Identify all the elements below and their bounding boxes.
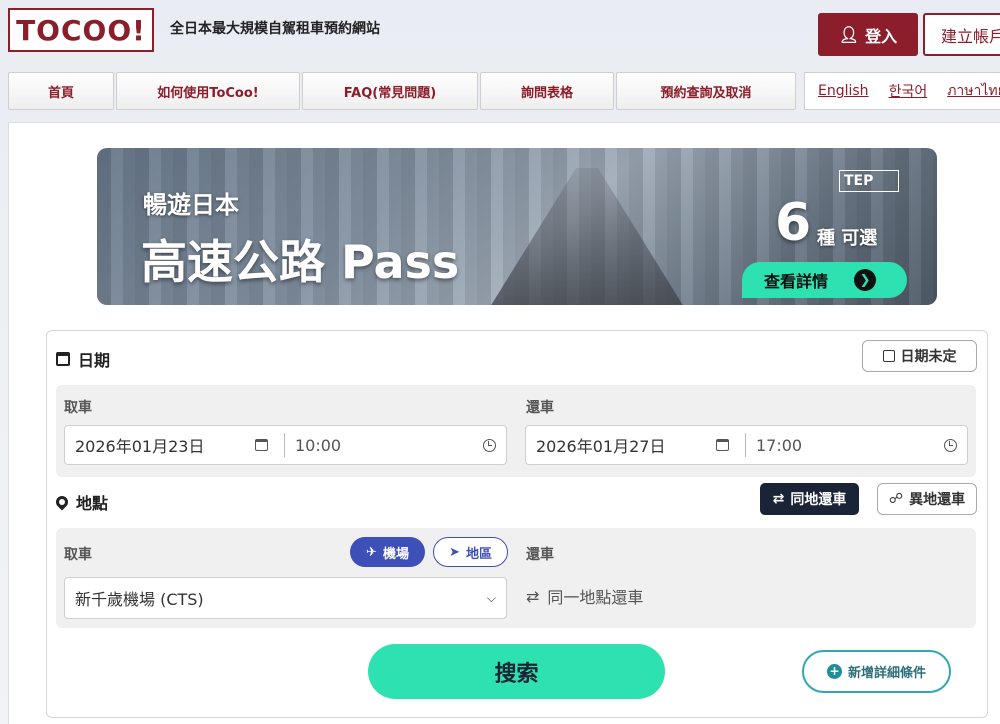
location-section-title: 地點 bbox=[53, 490, 109, 514]
more-conditions-label: 新增詳細條件 bbox=[847, 666, 926, 681]
highway-pass-banner[interactable]: 暢遊日本 高速公路 Pass TEP 6 種 可選 查看詳情 ❯ bbox=[97, 148, 937, 305]
different-return-button[interactable]: ☍ 異地還車 bbox=[877, 483, 977, 515]
pickup-date-label: 取車 bbox=[64, 400, 92, 416]
map-pin-icon bbox=[53, 493, 71, 511]
banner-cta-label: 查看詳情 bbox=[764, 272, 829, 291]
swap-icon: ⇄ bbox=[772, 491, 785, 507]
pickup-date-input[interactable]: 2026年01月23日 bbox=[65, 433, 255, 457]
clock-icon[interactable] bbox=[483, 438, 496, 452]
lang-english-link[interactable]: English bbox=[818, 83, 869, 99]
different-return-label: 異地還車 bbox=[909, 492, 966, 508]
date-title-label: 日期 bbox=[78, 351, 111, 370]
main-nav: 首頁 如何使用ToCoo! FAQ(常見問題) 詢問表格 預約查詢及取消 bbox=[8, 72, 798, 110]
tocoo-logo[interactable]: TOCOO! bbox=[8, 8, 154, 52]
nav-item-faq[interactable]: FAQ(常見問題) bbox=[302, 72, 478, 110]
arrow-right-icon: ❯ bbox=[854, 269, 877, 291]
navigation-arrow-icon: ➤ bbox=[449, 544, 460, 560]
return-time-input[interactable]: 17:00 bbox=[746, 436, 944, 455]
search-button[interactable]: 搜索 bbox=[368, 644, 665, 699]
clock-icon[interactable] bbox=[944, 438, 957, 452]
register-button[interactable]: 建立帳戶 bbox=[923, 13, 1000, 56]
date-section-title: 日期 bbox=[56, 347, 110, 371]
airport-label: 機場 bbox=[382, 546, 409, 562]
banner-title: 高速公路 Pass bbox=[141, 235, 460, 289]
lang-korean-link[interactable]: 한국어 bbox=[889, 81, 928, 101]
same-return-label: 同地還車 bbox=[790, 492, 847, 508]
login-label: 登入 bbox=[865, 26, 898, 46]
nav-item-how-to-use[interactable]: 如何使用ToCoo! bbox=[116, 72, 300, 110]
calendar-icon[interactable] bbox=[255, 439, 268, 451]
chevron-down-icon: ⌵ bbox=[486, 590, 496, 605]
route-icon: ☍ bbox=[888, 491, 904, 507]
area-label: 地區 bbox=[465, 546, 492, 562]
banner-types-text: 種 可選 bbox=[817, 228, 878, 249]
pickup-location-select[interactable]: 新千歲機場 (CTS) ⌵ bbox=[64, 577, 507, 619]
banner-number: 6 bbox=[775, 193, 812, 253]
nav-item-home[interactable]: 首頁 bbox=[8, 72, 114, 110]
return-date-input[interactable]: 2026年01月27日 bbox=[526, 433, 716, 457]
return-datetime-field: 2026年01月27日 17:00 bbox=[525, 425, 968, 465]
pickup-time-input[interactable]: 10:00 bbox=[285, 436, 483, 455]
lang-thai-link[interactable]: ภาษาไทย bbox=[947, 80, 1000, 102]
location-title-label: 地點 bbox=[76, 494, 109, 513]
pickup-location-value: 新千歲機場 (CTS) bbox=[75, 590, 204, 609]
language-bar: English 한국어 ภาษาไทย bbox=[804, 72, 1000, 110]
checkbox-icon bbox=[882, 350, 895, 362]
more-conditions-button[interactable]: + 新增詳細條件 bbox=[802, 650, 951, 693]
plus-circle-icon: + bbox=[826, 664, 842, 679]
airport-tab[interactable]: ✈ 機場 bbox=[350, 537, 425, 567]
return-location-label: 還車 bbox=[526, 547, 554, 563]
airplane-icon: ✈ bbox=[366, 544, 377, 560]
nav-item-reservation-check[interactable]: 預約查詢及取消 bbox=[616, 72, 796, 110]
return-same-text: 同一地點還車 bbox=[547, 588, 644, 607]
date-undecided-label: 日期未定 bbox=[900, 349, 957, 365]
return-date-label: 還車 bbox=[526, 400, 554, 416]
site-tagline: 全日本最大規模自駕租車預約網站 bbox=[170, 21, 380, 37]
swap-icon: ⇄ bbox=[526, 586, 540, 606]
login-button[interactable]: 👤︎ 登入 bbox=[818, 13, 918, 56]
calendar-icon bbox=[56, 352, 70, 366]
same-return-button[interactable]: ⇄ 同地還車 bbox=[760, 483, 859, 515]
pickup-location-label: 取車 bbox=[64, 547, 92, 563]
tep-badge: TEP bbox=[839, 170, 899, 192]
date-undecided-toggle[interactable]: 日期未定 bbox=[862, 340, 977, 372]
nav-item-inquiry[interactable]: 詢問表格 bbox=[480, 72, 614, 110]
banner-subtitle: 暢遊日本 bbox=[143, 191, 239, 219]
area-tab[interactable]: ➤ 地區 bbox=[433, 537, 508, 567]
calendar-icon[interactable] bbox=[716, 439, 729, 451]
pickup-datetime-field: 2026年01月23日 10:00 bbox=[64, 425, 507, 465]
user-icon: 👤︎ bbox=[838, 25, 860, 44]
banner-details-button[interactable]: 查看詳情 ❯ bbox=[742, 262, 907, 298]
return-same-location: ⇄ 同一地點還車 bbox=[526, 584, 643, 608]
